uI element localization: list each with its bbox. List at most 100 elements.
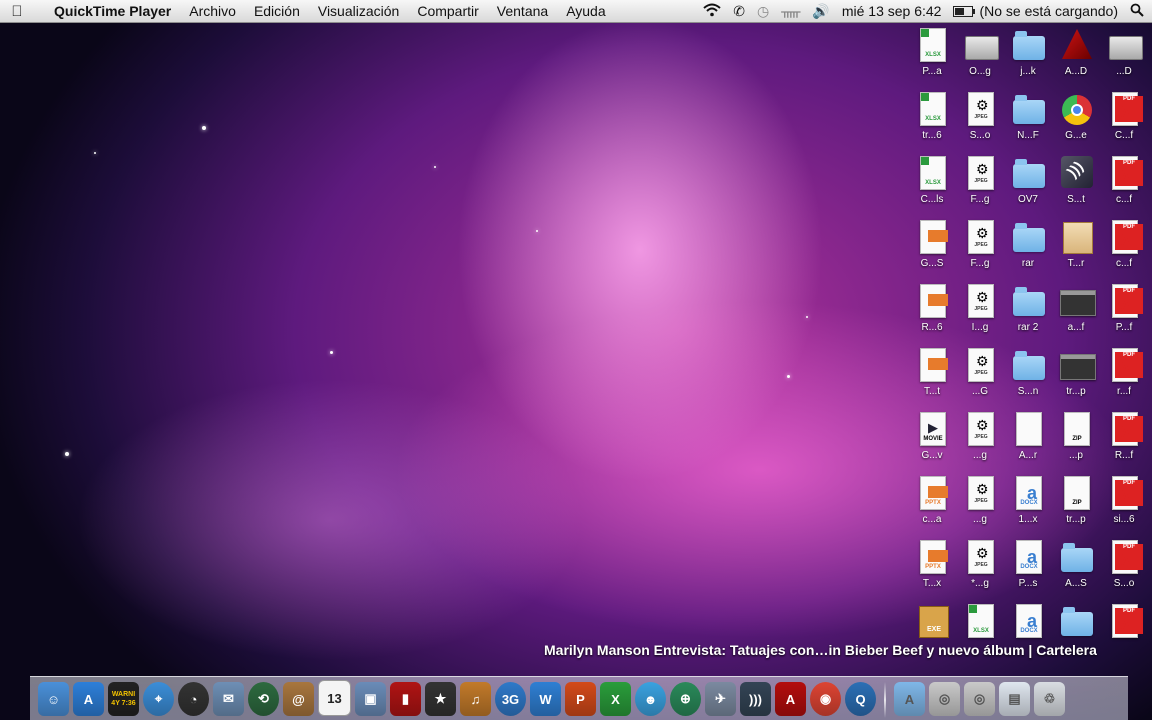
satellite-icon[interactable]: ✈ (705, 682, 736, 716)
desktop-icon[interactable]: PDF λ c...f (1100, 154, 1148, 218)
terminal-icon (1060, 354, 1096, 380)
phone-icon[interactable]: ✆ (733, 4, 745, 18)
downloads-stack-icon[interactable]: ▤ (999, 682, 1030, 716)
desktop-icon[interactable]: PDF λ C...f (1100, 90, 1148, 154)
word-icon[interactable]: W (530, 682, 561, 716)
desktop-icon[interactable]: T...t (908, 346, 956, 410)
desktop-icon[interactable]: PDF λ P...f (1100, 282, 1148, 346)
iphoto-icon[interactable]: ▣ (355, 682, 386, 716)
desktop-icon[interactable]: ▶ MOVIE G...v (908, 410, 956, 474)
desktop-icon[interactable]: ZIP tr...p (1052, 474, 1100, 538)
messenger-icon[interactable]: ☻ (635, 682, 666, 716)
desktop-icon[interactable]: S...t (1052, 154, 1100, 218)
desktop-icon-label: I...g (971, 322, 989, 333)
ical-icon[interactable]: 13 (318, 680, 351, 716)
disk-icon-1[interactable]: ◎ (929, 682, 960, 716)
jpeg-file-icon: ⚙ JPEG (968, 156, 994, 190)
time-machine-icon[interactable]: ⟲ (248, 682, 279, 716)
autocad-icon[interactable]: A (775, 682, 806, 716)
desktop-icon[interactable]: PPTX c...a (908, 474, 956, 538)
desktop-icon[interactable]: a DOCX 1...x (1004, 474, 1052, 538)
desktop-icon-label: tr...p (1066, 514, 1086, 525)
desktop-icon[interactable]: PPTX T...x (908, 538, 956, 602)
chrome-icon[interactable]: ◉ (810, 682, 841, 716)
desktop-icon[interactable]: ⚙ JPEG F...g (956, 218, 1004, 282)
address-book-icon[interactable]: @ (283, 682, 314, 716)
apple-menu-icon[interactable]:  (0, 3, 34, 20)
trash-icon[interactable]: ♲ (1034, 682, 1065, 716)
desktop-icon[interactable]: XLSX P...a (908, 26, 956, 90)
safari-icon[interactable]: ⌖ (143, 682, 174, 716)
archive-icon (1063, 222, 1093, 254)
desktop-icon[interactable]: N...F (1004, 90, 1052, 154)
volume-icon[interactable]: 🔊 (812, 4, 829, 18)
network-icon[interactable]: ⊕ (670, 682, 701, 716)
desktop-icon[interactable]: a...f (1052, 282, 1100, 346)
menu-visualizacion[interactable]: Visualización (309, 3, 408, 19)
menu-edicion[interactable]: Edición (245, 3, 309, 19)
desktop-icon[interactable]: O...g (956, 26, 1004, 90)
desktop-icon[interactable]: PDF λ r...f (1100, 346, 1148, 410)
console-icon[interactable]: WARNI 4Y 7:36 (108, 682, 139, 716)
battery-status[interactable]: (No se está cargando) (979, 3, 1118, 19)
desktop-icon[interactable]: ⚙ JPEG ...g (956, 410, 1004, 474)
desktop-icon[interactable]: PDF λ si...6 (1100, 474, 1148, 538)
desktop-icon[interactable]: ⚙ JPEG F...g (956, 154, 1004, 218)
desktop-icon[interactable]: ZIP ...p (1052, 410, 1100, 474)
app-store-icon[interactable]: A (73, 682, 104, 716)
xlsx-file-icon: XLSX (920, 156, 946, 190)
desktop-icon[interactable]: tr...p (1052, 346, 1100, 410)
wifi-icon[interactable] (703, 3, 721, 19)
desktop-icon[interactable]: G...S (908, 218, 956, 282)
garageband-icon[interactable]: ♫ (460, 682, 491, 716)
wireless-icon[interactable]: ))) (740, 682, 771, 716)
desktop-icon[interactable]: XLSX C...ls (908, 154, 956, 218)
spotlight-icon[interactable] (1130, 3, 1144, 19)
desktop-icon[interactable]: ⚙ JPEG ...g (956, 474, 1004, 538)
desktop-icon[interactable]: rar 2 (1004, 282, 1052, 346)
desktop-icon[interactable]: S...n (1004, 346, 1052, 410)
imovie-icon[interactable]: ★ (425, 682, 456, 716)
desktop-icon[interactable]: XLSX tr...6 (908, 90, 956, 154)
desktop-icon[interactable]: PDF λ R...f (1100, 410, 1148, 474)
desktop-icon[interactable]: ⚙ JPEG *...g (956, 538, 1004, 602)
menu-compartir[interactable]: Compartir (408, 3, 487, 19)
battery-icon[interactable] (953, 5, 976, 17)
folder-icon (1061, 543, 1093, 572)
desktop-icon[interactable]: rar (1004, 218, 1052, 282)
clock[interactable]: mié 13 sep 6:42 (842, 3, 942, 19)
finder-icon[interactable]: ☺ (38, 682, 69, 716)
desktop-icon[interactable]: PDF λ c...f (1100, 218, 1148, 282)
desktop-icon[interactable]: ⚙ JPEG S...o (956, 90, 1004, 154)
applications-folder-icon[interactable]: A (894, 682, 925, 716)
desktop-icon[interactable]: ⚙ JPEG ...G (956, 346, 1004, 410)
menu-ayuda[interactable]: Ayuda (557, 3, 614, 19)
photo-booth-icon[interactable]: ▮ (390, 682, 421, 716)
desktop-icon[interactable]: PDF λ S...o (1100, 538, 1148, 602)
disk-icon-2[interactable]: ◎ (964, 682, 995, 716)
desktop-icon[interactable]: A...S (1052, 538, 1100, 602)
desktop-icon[interactable]: G...e (1052, 90, 1100, 154)
bluetooth-icon[interactable]: ᚅ (781, 4, 800, 18)
desktop-icon[interactable]: PDF λ (1100, 602, 1148, 666)
3g-icon[interactable]: 3G (495, 682, 526, 716)
jpeg-file-icon: ⚙ JPEG (968, 284, 994, 318)
mail-icon[interactable]: ✉ (213, 682, 244, 716)
powerpoint-icon[interactable]: P (565, 682, 596, 716)
desktop-icon[interactable]: a DOCX P...s (1004, 538, 1052, 602)
desktop-icon[interactable]: T...r (1052, 218, 1100, 282)
desktop-icon[interactable]: j...k (1004, 26, 1052, 90)
quicktime-icon[interactable]: Q (845, 682, 876, 716)
excel-icon[interactable]: X (600, 682, 631, 716)
menu-app-name[interactable]: QuickTime Player (34, 3, 180, 19)
desktop-icon[interactable]: A...r (1004, 410, 1052, 474)
menu-archivo[interactable]: Archivo (180, 3, 245, 19)
desktop-icon[interactable]: OV7 (1004, 154, 1052, 218)
desktop-icon[interactable]: R...6 (908, 282, 956, 346)
dashboard-icon[interactable]: ◔ (178, 682, 209, 716)
desktop-icon[interactable]: ⚙ JPEG I...g (956, 282, 1004, 346)
desktop-icon[interactable]: A...D (1052, 26, 1100, 90)
menu-ventana[interactable]: Ventana (488, 3, 557, 19)
time-machine-icon[interactable]: ◷ (757, 4, 769, 18)
desktop-icon[interactable]: ...D (1100, 26, 1148, 90)
